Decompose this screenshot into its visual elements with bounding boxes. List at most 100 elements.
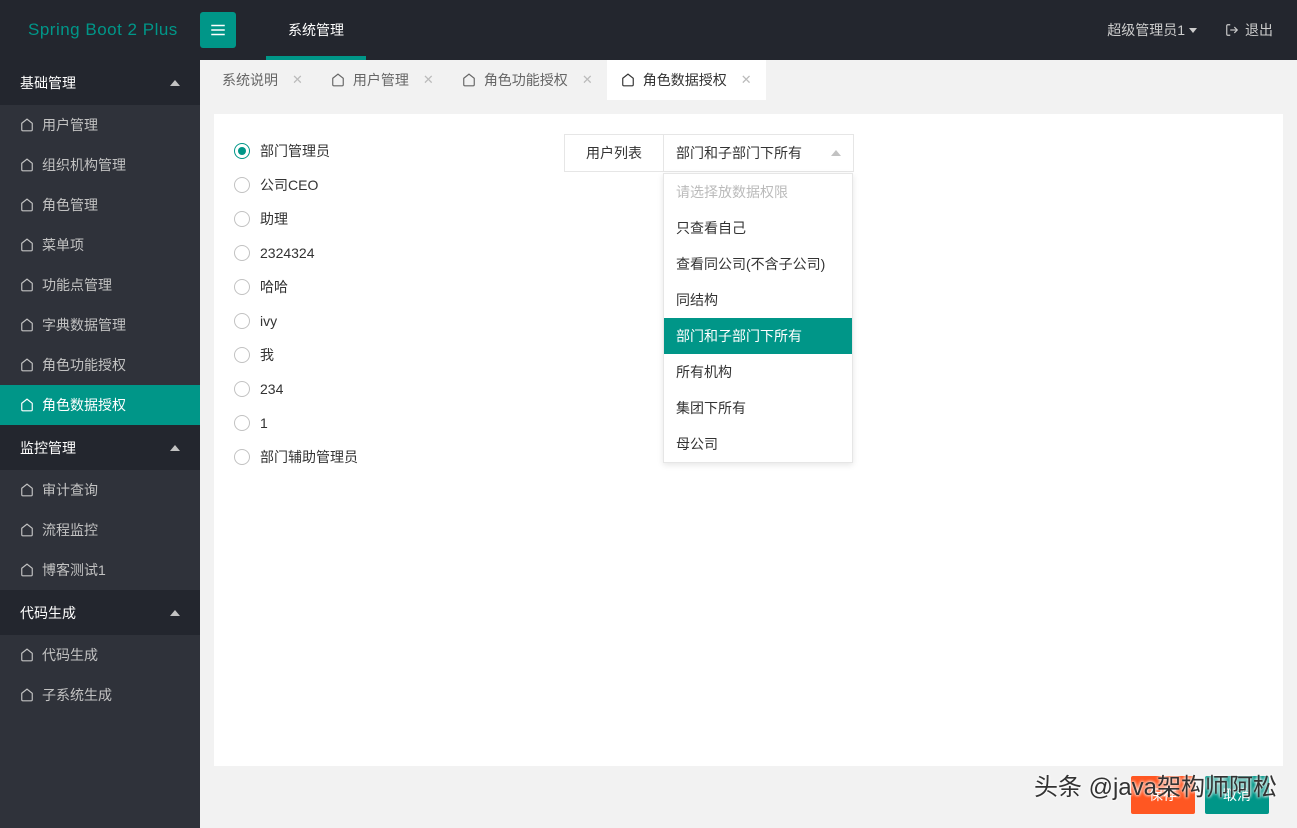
role-radio-row[interactable]: ivy <box>234 304 534 338</box>
home-icon <box>20 483 34 497</box>
sidebar-item[interactable]: 字典数据管理 <box>0 305 200 345</box>
sidebar-item[interactable]: 角色功能授权 <box>0 345 200 385</box>
sidebar-item[interactable]: 审计查询 <box>0 470 200 510</box>
radio-icon <box>234 211 250 227</box>
cancel-button[interactable]: 取消 <box>1205 776 1269 814</box>
menu-icon <box>209 21 227 39</box>
radio-icon <box>234 245 250 261</box>
header: Spring Boot 2 Plus 系统管理 超级管理员1 退出 <box>0 0 1297 60</box>
role-radio-row[interactable]: 2324324 <box>234 236 534 270</box>
sidebar-group-label: 代码生成 <box>20 603 76 623</box>
sidebar-item[interactable]: 角色数据授权 <box>0 385 200 425</box>
radio-icon <box>234 449 250 465</box>
chevron-up-icon <box>170 80 180 86</box>
home-icon <box>20 648 34 662</box>
sidebar-item-label: 菜单项 <box>42 235 84 255</box>
radio-icon <box>234 313 250 329</box>
sidebar-item-label: 子系统生成 <box>42 685 112 705</box>
tab-label: 用户管理 <box>353 70 409 90</box>
sidebar-item[interactable]: 功能点管理 <box>0 265 200 305</box>
sidebar-item-label: 用户管理 <box>42 115 98 135</box>
logout-icon <box>1225 23 1239 37</box>
sidebar-item[interactable]: 子系统生成 <box>0 675 200 715</box>
close-icon[interactable]: ✕ <box>582 72 593 88</box>
sidebar-item[interactable]: 角色管理 <box>0 185 200 225</box>
select-label: 用户列表 <box>564 134 664 172</box>
save-button[interactable]: 保存 <box>1131 776 1195 814</box>
sidebar-item[interactable]: 组织机构管理 <box>0 145 200 185</box>
footer-actions: 保存 取消 <box>214 766 1283 814</box>
sidebar-item[interactable]: 代码生成 <box>0 635 200 675</box>
home-icon <box>20 688 34 702</box>
role-radio-row[interactable]: 部门辅助管理员 <box>234 440 534 474</box>
role-radio-row[interactable]: 哈哈 <box>234 270 534 304</box>
role-list: 部门管理员公司CEO 助理 2324324 哈哈ivy 我 234 1 部门辅助管理员 <box>234 134 534 746</box>
chevron-down-icon <box>1189 28 1197 33</box>
close-icon[interactable]: ✕ <box>741 72 752 88</box>
home-icon <box>20 318 34 332</box>
logout-button[interactable]: 退出 <box>1215 20 1297 40</box>
tab[interactable]: 用户管理 ✕ <box>317 60 448 100</box>
home-icon <box>20 523 34 537</box>
role-label: 部门管理员 <box>260 141 330 161</box>
sidebar-item-label: 角色管理 <box>42 195 98 215</box>
sidebar-toggle-button[interactable] <box>200 12 236 48</box>
role-label: 我 <box>260 345 274 365</box>
role-label: 部门辅助管理员 <box>260 447 358 467</box>
tab[interactable]: 角色数据授权✕ <box>607 60 766 100</box>
dropdown-option: 请选择放数据权限 <box>664 174 852 210</box>
sidebar-group-codegen[interactable]: 代码生成 <box>0 590 200 635</box>
role-radio-row[interactable]: 1 <box>234 406 534 440</box>
user-name: 超级管理员1 <box>1107 20 1185 40</box>
close-icon[interactable]: ✕ <box>423 72 434 88</box>
sidebar-item[interactable]: 博客测试1 <box>0 550 200 590</box>
sidebar-item-label: 审计查询 <box>42 480 98 500</box>
role-radio-row[interactable]: 公司CEO <box>234 168 534 202</box>
role-radio-row[interactable]: 234 <box>234 372 534 406</box>
dropdown-option[interactable]: 所有机构 <box>664 354 852 390</box>
user-menu[interactable]: 超级管理员1 <box>1089 20 1215 40</box>
chevron-up-icon <box>831 150 841 156</box>
radio-icon <box>234 381 250 397</box>
dropdown-option[interactable]: 只查看自己 <box>664 210 852 246</box>
home-icon <box>20 398 34 412</box>
tab[interactable]: 角色功能授权 ✕ <box>448 60 607 100</box>
permission-select[interactable]: 部门和子部门下所有 请选择放数据权限只查看自己查看同公司(不含子公司)同结构部门… <box>664 134 854 172</box>
top-nav-system[interactable]: 系统管理 <box>266 0 366 60</box>
home-icon <box>20 158 34 172</box>
role-radio-row[interactable]: 我 <box>234 338 534 372</box>
sidebar-item[interactable]: 用户管理 <box>0 105 200 145</box>
home-icon <box>331 73 345 87</box>
sidebar-item[interactable]: 流程监控 <box>0 510 200 550</box>
tab[interactable]: 系统说明✕ <box>208 60 317 100</box>
sidebar-item-label: 流程监控 <box>42 520 98 540</box>
sidebar-group-basic[interactable]: 基础管理 <box>0 60 200 105</box>
role-label: 234 <box>260 381 283 397</box>
dropdown-option[interactable]: 集团下所有 <box>664 390 852 426</box>
radio-icon <box>234 177 250 193</box>
sidebar-item-label: 功能点管理 <box>42 275 112 295</box>
sidebar-group-label: 基础管理 <box>20 73 76 93</box>
role-radio-row[interactable]: 部门管理员 <box>234 134 534 168</box>
role-label: 2324324 <box>260 245 315 261</box>
sidebar-group-monitor[interactable]: 监控管理 <box>0 425 200 470</box>
dropdown-option[interactable]: 同结构 <box>664 282 852 318</box>
app-logo: Spring Boot 2 Plus <box>0 20 200 40</box>
role-radio-row[interactable]: 助理 <box>234 202 534 236</box>
role-label: 公司CEO <box>260 175 318 195</box>
tab-label: 角色功能授权 <box>484 70 568 90</box>
chevron-up-icon <box>170 445 180 451</box>
permission-dropdown: 请选择放数据权限只查看自己查看同公司(不含子公司)同结构部门和子部门下所有所有机… <box>663 173 853 463</box>
sidebar-item[interactable]: 菜单项 <box>0 225 200 265</box>
radio-icon <box>234 347 250 363</box>
main-panel: 部门管理员公司CEO 助理 2324324 哈哈ivy 我 234 1 部门辅助管理员 用户列… <box>214 114 1283 766</box>
dropdown-option[interactable]: 部门和子部门下所有 <box>664 318 852 354</box>
dropdown-option[interactable]: 查看同公司(不含子公司) <box>664 246 852 282</box>
close-icon[interactable]: ✕ <box>292 72 303 88</box>
home-icon <box>621 73 635 87</box>
permission-select-row: 用户列表 部门和子部门下所有 请选择放数据权限只查看自己查看同公司(不含子公司)… <box>564 134 1263 172</box>
sidebar-group-label: 监控管理 <box>20 438 76 458</box>
sidebar-item-label: 字典数据管理 <box>42 315 126 335</box>
dropdown-option[interactable]: 母公司 <box>664 426 852 462</box>
sidebar-item-label: 角色功能授权 <box>42 355 126 375</box>
